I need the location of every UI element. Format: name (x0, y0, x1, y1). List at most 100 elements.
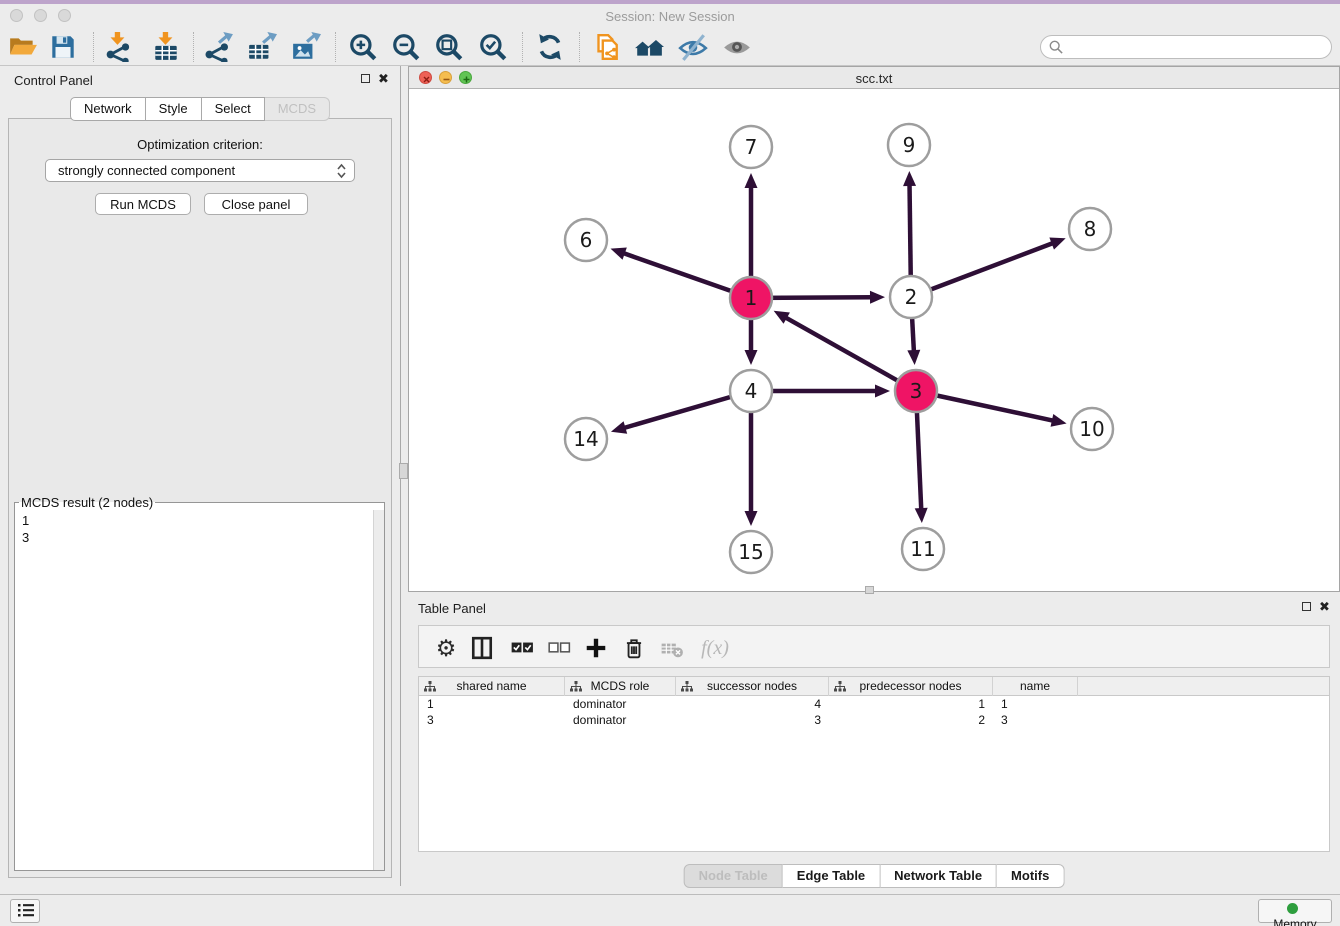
tab-select[interactable]: Select (202, 97, 265, 121)
export-network-button[interactable] (201, 30, 237, 64)
tab-network[interactable]: Network (70, 97, 146, 121)
toolbar-separator (93, 32, 94, 62)
network-canvas[interactable]: 7968124314101511 (409, 89, 1339, 591)
network-view-window: scc.txt 7968124314101511 (408, 66, 1340, 592)
main-toolbar (0, 28, 1340, 66)
zoom-fit-button[interactable] (431, 30, 467, 64)
hierarchy-icon (424, 681, 436, 692)
select-stepper-icon (337, 163, 346, 179)
graph-node-label: 3 (910, 379, 923, 403)
graph-edge-3-1[interactable] (785, 317, 916, 391)
search-box (1040, 35, 1332, 59)
tab-motifs[interactable]: Motifs (997, 864, 1064, 888)
result-scrollbar[interactable] (373, 510, 384, 870)
column-label: shared name (456, 679, 526, 693)
first-neighbors-button[interactable] (631, 30, 667, 64)
cell-predecessor-nodes[interactable]: 2 (829, 712, 993, 728)
mcds-result-box: MCDS result (2 nodes) 1 3 (14, 495, 385, 871)
import-network-button[interactable] (100, 30, 136, 64)
control-panel-tabs: Network Style Select MCDS (70, 97, 330, 121)
clone-network-button[interactable] (588, 30, 624, 64)
refresh-view-button[interactable] (532, 30, 568, 64)
control-panel-title: Control Panel (14, 73, 93, 88)
select-all-rows-button[interactable] (509, 635, 535, 661)
table-row[interactable]: 3 dominator 3 2 3 (419, 712, 1329, 728)
zoom-in-button[interactable] (345, 30, 381, 64)
export-image-icon (291, 32, 321, 62)
network-window-titlebar[interactable]: scc.txt (409, 67, 1339, 89)
mcds-result-list[interactable]: 1 3 (15, 510, 384, 870)
column-header-successor-nodes[interactable]: successor nodes (676, 677, 829, 696)
column-label: name (1020, 679, 1050, 693)
cell-successor-nodes[interactable]: 3 (676, 712, 829, 728)
tab-node-table[interactable]: Node Table (684, 864, 783, 888)
table-row[interactable]: 1 dominator 4 1 1 (419, 696, 1329, 712)
graph-node-label: 7 (745, 135, 758, 159)
import-table-icon (151, 32, 181, 62)
export-table-button[interactable] (244, 30, 280, 64)
column-header-shared-name[interactable]: shared name (419, 677, 565, 696)
cell-mcds-role[interactable]: dominator (565, 696, 676, 712)
graph-edge-2-8[interactable] (911, 243, 1054, 297)
zoom-selected-button[interactable] (475, 30, 511, 64)
cell-predecessor-nodes[interactable]: 1 (829, 696, 993, 712)
close-table-panel-icon[interactable]: ✖ (1319, 602, 1330, 612)
run-mcds-button[interactable]: Run MCDS (95, 193, 191, 215)
export-image-button[interactable] (288, 30, 324, 64)
graph-node-label: 15 (738, 540, 763, 564)
tab-network-table[interactable]: Network Table (880, 864, 997, 888)
column-header-predecessor-nodes[interactable]: predecessor nodes (829, 677, 993, 696)
view-splitter-grip[interactable] (865, 586, 874, 594)
import-table-button[interactable] (148, 30, 184, 64)
column-label: MCDS role (591, 679, 650, 693)
mcds-panel: Optimization criterion: strongly connect… (8, 118, 392, 878)
graph-node-label: 2 (905, 285, 918, 309)
graph-node-label: 8 (1084, 217, 1097, 241)
graph-edge-arrowhead (611, 247, 627, 259)
graph-node-label: 11 (910, 537, 935, 561)
close-panel-icon[interactable]: ✖ (378, 74, 389, 84)
save-session-button[interactable] (45, 30, 81, 64)
graph-edge-arrowhead (875, 385, 890, 398)
cell-mcds-role[interactable]: dominator (565, 712, 676, 728)
table-options-button[interactable]: ⚙ (433, 635, 459, 661)
search-input[interactable] (1067, 39, 1331, 56)
float-panel-icon[interactable] (361, 74, 370, 83)
add-column-button[interactable] (583, 635, 609, 661)
column-header-mcds-role[interactable]: MCDS role (565, 677, 676, 696)
open-session-button[interactable] (5, 30, 41, 64)
zoom-fit-icon (434, 32, 464, 62)
column-header-name[interactable]: name (993, 677, 1078, 696)
tab-edge-table[interactable]: Edge Table (783, 864, 880, 888)
deselect-all-rows-button[interactable] (546, 635, 572, 661)
cell-name[interactable]: 1 (993, 696, 1078, 712)
trash-icon (622, 636, 646, 660)
hide-selected-button[interactable] (675, 30, 711, 64)
delete-column-button[interactable] (621, 635, 647, 661)
close-panel-button[interactable]: Close panel (204, 193, 308, 215)
export-network-icon (204, 32, 234, 62)
float-table-panel-icon[interactable] (1302, 602, 1311, 611)
toolbar-separator (335, 32, 336, 62)
import-network-icon (103, 32, 133, 62)
cell-successor-nodes[interactable]: 4 (676, 696, 829, 712)
tab-mcds[interactable]: MCDS (265, 97, 330, 121)
show-all-button[interactable] (719, 30, 755, 64)
export-table-icon (247, 32, 277, 62)
refresh-icon (535, 32, 565, 62)
memory-button[interactable]: Memory (1258, 899, 1332, 923)
optimization-criterion-select[interactable]: strongly connected component (45, 159, 355, 182)
cell-name[interactable]: 3 (993, 712, 1078, 728)
tab-style[interactable]: Style (146, 97, 202, 121)
app-titlebar: Session: New Session (0, 4, 1340, 28)
cell-shared-name[interactable]: 3 (419, 712, 565, 728)
panel-splitter-grip[interactable] (399, 463, 408, 479)
apply-function-button: f(x) (695, 635, 735, 661)
column-visibility-button[interactable] (469, 635, 495, 661)
cell-shared-name[interactable]: 1 (419, 696, 565, 712)
zoom-out-button[interactable] (388, 30, 424, 64)
mcds-result-line: 3 (22, 529, 384, 546)
graph-node-label: 10 (1079, 417, 1104, 441)
app-window: Session: New Session (0, 0, 1340, 926)
show-panels-button[interactable] (10, 899, 40, 923)
